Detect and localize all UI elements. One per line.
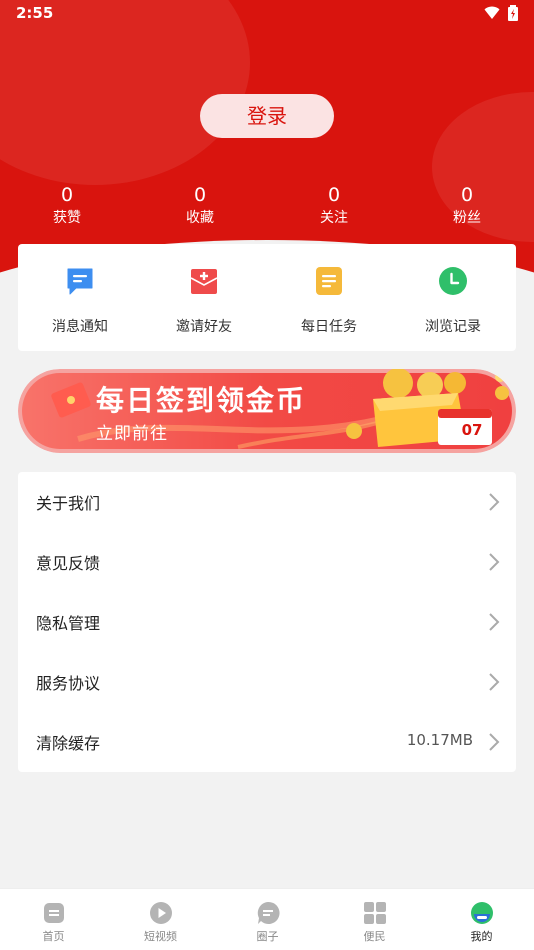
wifi-icon [484,6,500,19]
menu-item-label: 清除缓存 [36,734,101,753]
stat-fans[interactable]: 0 粉丝 [427,184,507,228]
stat-favorites-label: 收藏 [186,210,214,226]
stat-following[interactable]: 0 关注 [294,184,374,228]
menu-item-clear-cache[interactable]: 清除缓存 10.17MB [18,712,516,772]
menu-item-service-agreement[interactable]: 服务协议 [18,652,516,712]
profile-icon [471,902,493,924]
menu-item-label: 关于我们 [36,494,101,513]
cache-size-value: 10.17MB [406,731,473,749]
tab-label: 短视频 [144,930,177,943]
home-icon [44,903,64,923]
task-note-icon [316,267,342,295]
status-bar: 2:55 [0,0,534,28]
quick-action-messages[interactable]: 消息通知 [18,244,142,351]
tab-mine[interactable]: 我的 [428,889,534,950]
banner-subtitle: 立即前往 [96,424,168,444]
menu-item-privacy[interactable]: 隐私管理 [18,592,516,652]
chevron-right-icon [489,553,500,571]
status-time: 2:55 [16,4,54,22]
quick-action-daily-tasks[interactable]: 每日任务 [267,244,391,351]
bottom-tab-bar: 首页 短视频 圈子 便民 我的 [0,888,534,950]
tab-short-video[interactable]: 短视频 [107,889,214,950]
clock-history-icon [439,267,467,295]
stat-fans-label: 粉丝 [453,210,481,226]
play-icon [150,902,172,924]
stat-fans-count: 0 [460,184,474,206]
chevron-right-icon [489,493,500,511]
stat-following-label: 关注 [320,210,348,226]
quick-action-history[interactable]: 浏览记录 [391,244,515,351]
menu-item-label: 隐私管理 [36,614,101,633]
message-icon [67,268,93,295]
chat-bubble-icon [257,901,280,924]
quick-action-label: 邀请好友 [176,319,232,335]
battery-charging-icon [508,5,518,21]
quick-action-label: 消息通知 [52,319,108,335]
stat-favorites-count: 0 [193,184,207,206]
login-button[interactable]: 登录 [200,94,334,138]
menu-item-feedback[interactable]: 意见反馈 [18,532,516,592]
invite-envelope-icon [190,269,218,294]
quick-action-label: 每日任务 [301,319,357,335]
stat-following-count: 0 [327,184,341,206]
menu-item-label: 意见反馈 [36,554,101,573]
grid-icon [364,902,386,924]
tab-services[interactable]: 便民 [321,889,428,950]
daily-checkin-banner[interactable]: 每日签到领金币 立即前往 07 [18,369,516,453]
quick-action-label: 浏览记录 [425,319,481,335]
stat-likes-count: 0 [60,184,74,206]
stat-likes-label: 获赞 [53,210,81,226]
quick-actions-card: 消息通知 邀请好友 每日任务 浏览记录 [18,244,516,351]
chevron-right-icon [489,613,500,631]
tab-label: 圈子 [256,930,279,943]
tab-home[interactable]: 首页 [0,889,107,950]
tab-label: 首页 [42,930,65,943]
chevron-right-icon [489,733,500,751]
stat-likes[interactable]: 0 获赞 [27,184,107,228]
tab-label: 便民 [363,930,386,943]
stat-favorites[interactable]: 0 收藏 [160,184,240,228]
banner-title: 每日签到领金币 [96,384,307,417]
chevron-right-icon [489,673,500,691]
tab-label: 我的 [470,930,493,943]
quick-action-invite[interactable]: 邀请好友 [142,244,266,351]
menu-item-label: 服务协议 [36,674,101,693]
menu-item-about-us[interactable]: 关于我们 [18,472,516,532]
calendar-day: 07 [461,421,483,439]
tab-community[interactable]: 圈子 [214,889,321,950]
settings-menu: 关于我们 意见反馈 隐私管理 服务协议 清除缓存 10.17MB [18,472,516,772]
